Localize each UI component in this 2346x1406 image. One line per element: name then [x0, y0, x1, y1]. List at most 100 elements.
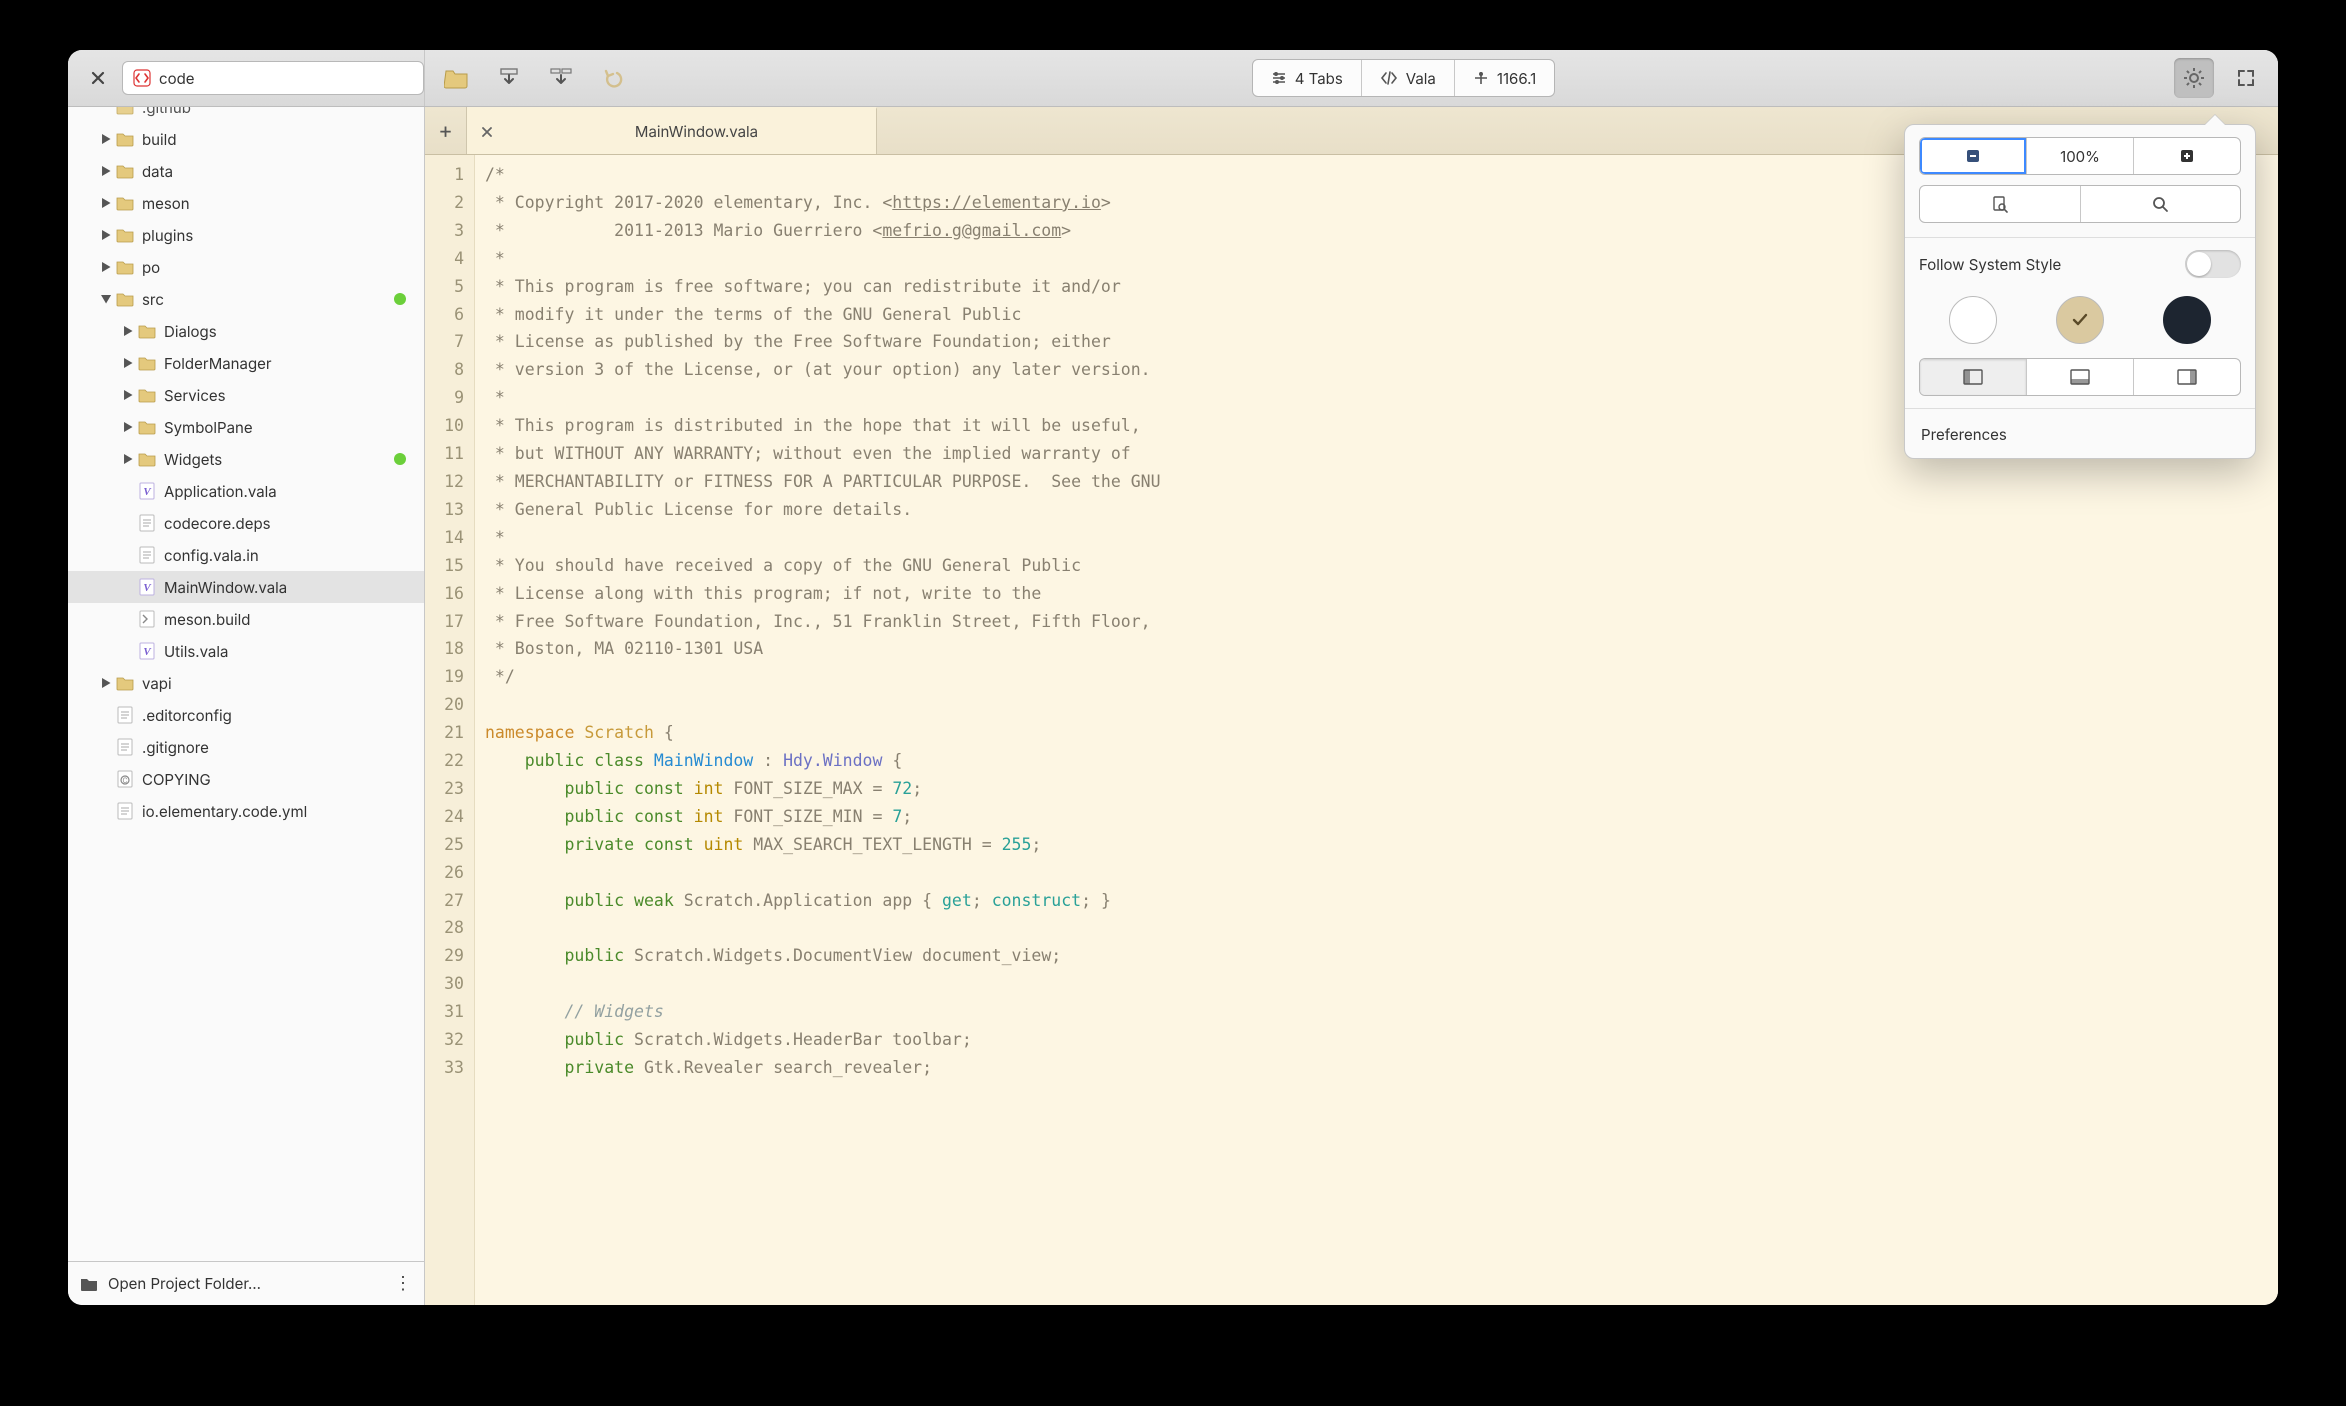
theme-sepia[interactable]	[2056, 296, 2104, 344]
open-project-label[interactable]: Open Project Folder…	[108, 1274, 261, 1293]
disclosure-arrow-icon: ▶	[98, 196, 114, 210]
folder-icon	[114, 292, 136, 307]
folder-open-icon	[444, 67, 470, 89]
save-button[interactable]	[489, 58, 529, 98]
settings-menu-button[interactable]	[2174, 58, 2214, 98]
folder-icon	[80, 1276, 98, 1292]
tree-item-label: FolderManager	[164, 354, 272, 373]
search-segment	[1919, 185, 2241, 223]
tree-item-label: Application.vala	[164, 482, 277, 501]
tree-file[interactable]: C COPYING	[68, 763, 424, 795]
git-status-dot	[394, 453, 406, 465]
lang-label: Vala	[1406, 69, 1436, 88]
tree-item-label: plugins	[142, 226, 193, 245]
tree-item-label: src	[142, 290, 164, 309]
disclosure-arrow-icon: ▼	[98, 292, 114, 306]
folder-icon	[114, 676, 136, 691]
text-icon	[114, 706, 136, 724]
revert-button[interactable]	[593, 58, 633, 98]
tree-folder[interactable]: ▼ src	[68, 283, 424, 315]
text-icon	[114, 802, 136, 820]
tabs-segment[interactable]: 4 Tabs	[1253, 60, 1361, 96]
project-search-pill[interactable]: code	[122, 61, 424, 95]
vala-icon: V	[136, 482, 158, 500]
tree-item-label: build	[142, 130, 177, 149]
follow-style-switch[interactable]	[2185, 250, 2241, 278]
find-in-page-button[interactable]	[1920, 186, 2080, 222]
tab-close-button[interactable]	[477, 122, 497, 142]
tree-file[interactable]: codecore.deps	[68, 507, 424, 539]
folder-icon	[136, 388, 158, 403]
panel-right-button[interactable]	[2133, 359, 2240, 395]
tree-folder[interactable]: ▶Services	[68, 379, 424, 411]
tree-folder[interactable]: .github	[68, 107, 424, 123]
headerbar-left: code	[68, 50, 425, 106]
tree-folder[interactable]: ▶vapi	[68, 667, 424, 699]
tree-item-label: io.elementary.code.yml	[142, 802, 307, 821]
follow-style-row: Follow System Style	[1905, 240, 2255, 288]
tree-file[interactable]: .gitignore	[68, 731, 424, 763]
file-tree[interactable]: .github▶build▶data ▶ meson ▶ plugins ▶po ▼ src ▶…	[68, 107, 424, 1261]
panel-bottom-button[interactable]	[2026, 359, 2133, 395]
zoom-in-button[interactable]	[2133, 138, 2240, 174]
tree-file[interactable]: config.vala.in	[68, 539, 424, 571]
close-icon	[481, 126, 493, 138]
tree-folder[interactable]: ▶FolderManager	[68, 347, 424, 379]
zoom-out-button[interactable]	[1920, 138, 2026, 174]
theme-light[interactable]	[1949, 296, 1997, 344]
search-button[interactable]	[2080, 186, 2241, 222]
check-icon	[2070, 310, 2090, 330]
disclosure-arrow-icon: ▶	[98, 228, 114, 242]
tree-file[interactable]: meson.build	[68, 603, 424, 635]
folder-icon	[114, 132, 136, 147]
tree-item-label: meson	[142, 194, 190, 213]
tree-folder[interactable]: ▶ meson	[68, 187, 424, 219]
panel-right-icon	[2177, 369, 2197, 385]
linecol-icon	[1473, 70, 1489, 86]
tree-folder[interactable]: ▶ plugins	[68, 219, 424, 251]
theme-dark[interactable]	[2163, 296, 2211, 344]
preferences-item[interactable]: Preferences	[1905, 411, 2255, 458]
tree-folder[interactable]: ▶SymbolPane	[68, 411, 424, 443]
tree-file[interactable]: VMainWindow.vala	[68, 571, 424, 603]
tree-file[interactable]: V Application.vala	[68, 475, 424, 507]
tree-file[interactable]: .editorconfig	[68, 699, 424, 731]
folder-icon	[136, 356, 158, 371]
tree-item-label: Widgets	[164, 450, 222, 469]
tree-file[interactable]: io.elementary.code.yml	[68, 795, 424, 827]
tree-folder[interactable]: ▶Dialogs	[68, 315, 424, 347]
tree-file[interactable]: V Utils.vala	[68, 635, 424, 667]
headerbar: code 4 Tabs	[68, 50, 2278, 107]
panel-left-button[interactable]	[1920, 359, 2026, 395]
window-close-button[interactable]	[86, 66, 110, 90]
copying-icon: C	[114, 770, 136, 788]
tree-folder[interactable]: ▶data	[68, 155, 424, 187]
tab-current[interactable]: MainWindow.vala	[467, 107, 877, 154]
zoom-level-label[interactable]: 100%	[2026, 138, 2133, 174]
tree-item-label: data	[142, 162, 173, 181]
download-all-icon	[549, 67, 573, 89]
vala-icon: V	[136, 642, 158, 660]
tree-item-label: COPYING	[142, 770, 211, 789]
tree-item-label: meson.build	[164, 610, 250, 629]
save-all-button[interactable]	[541, 58, 581, 98]
sidebar: .github▶build▶data ▶ meson ▶ plugins ▶po ▼ src ▶…	[68, 107, 425, 1305]
find-page-icon	[1991, 195, 2009, 213]
svg-text:C: C	[122, 776, 127, 785]
tree-item-label: Utils.vala	[164, 642, 228, 661]
folder-icon	[136, 452, 158, 467]
tree-item-label: config.vala.in	[164, 546, 259, 565]
open-folder-button[interactable]	[437, 58, 477, 98]
tree-folder[interactable]: ▶po	[68, 251, 424, 283]
sidebar-more-button[interactable]: ⋮	[394, 1273, 412, 1294]
tree-folder[interactable]: ▶Widgets	[68, 443, 424, 475]
lang-segment[interactable]: Vala	[1361, 60, 1454, 96]
fullscreen-button[interactable]	[2226, 58, 2266, 98]
folder-icon	[136, 324, 158, 339]
text-icon	[114, 738, 136, 756]
linecol-segment[interactable]: 1166.1	[1454, 60, 1554, 96]
folder-icon	[114, 260, 136, 275]
tab-add-button[interactable]: +	[425, 107, 467, 154]
tree-folder[interactable]: ▶build	[68, 123, 424, 155]
theme-picker	[1905, 288, 2255, 358]
